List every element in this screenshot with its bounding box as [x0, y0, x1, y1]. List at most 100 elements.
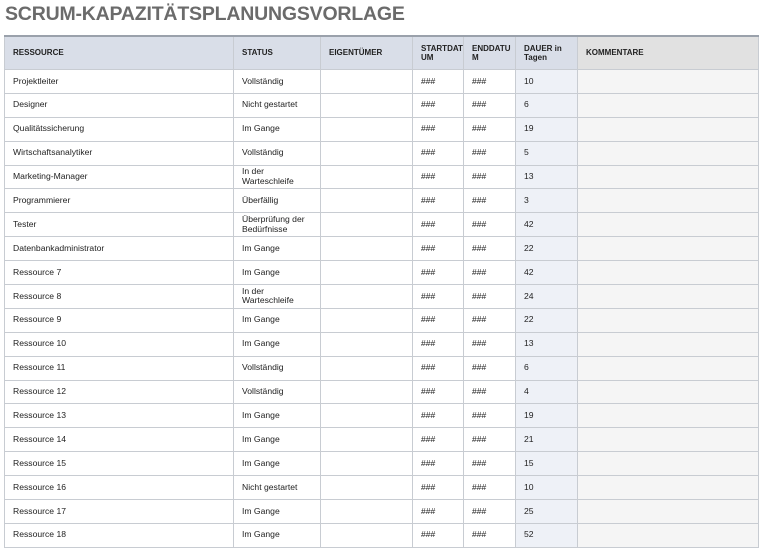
- comments-cell[interactable]: [577, 522, 759, 548]
- owner-cell[interactable]: [320, 379, 413, 405]
- start-date-cell[interactable]: ###: [412, 355, 464, 381]
- status-cell[interactable]: Überprüfung der Bedürfnisse: [233, 212, 321, 238]
- status-cell[interactable]: Vollständig: [233, 140, 321, 166]
- resource-cell[interactable]: Ressource 10: [4, 331, 234, 357]
- end-date-cell[interactable]: ###: [463, 307, 516, 333]
- comments-cell[interactable]: [577, 451, 759, 477]
- status-cell[interactable]: Im Gange: [233, 236, 321, 262]
- owner-cell[interactable]: [320, 236, 413, 262]
- resource-cell[interactable]: Ressource 17: [4, 499, 234, 524]
- duration-cell[interactable]: 13: [515, 164, 578, 190]
- duration-cell[interactable]: 22: [515, 236, 578, 262]
- owner-cell[interactable]: [320, 284, 413, 309]
- start-date-cell[interactable]: ###: [412, 379, 464, 405]
- resource-cell[interactable]: Ressource 8: [4, 284, 234, 309]
- comments-cell[interactable]: [577, 236, 759, 262]
- status-cell[interactable]: Vollständig: [233, 355, 321, 381]
- status-cell[interactable]: Im Gange: [233, 403, 321, 429]
- status-cell[interactable]: Vollständig: [233, 69, 321, 94]
- resource-cell[interactable]: Ressource 7: [4, 260, 234, 286]
- duration-cell[interactable]: 6: [515, 92, 578, 118]
- status-cell[interactable]: Im Gange: [233, 522, 321, 548]
- status-cell[interactable]: Überfällig: [233, 188, 321, 214]
- comments-cell[interactable]: [577, 427, 759, 453]
- comments-cell[interactable]: [577, 260, 759, 286]
- owner-cell[interactable]: [320, 212, 413, 238]
- start-date-cell[interactable]: ###: [412, 499, 464, 524]
- duration-cell[interactable]: 19: [515, 116, 578, 142]
- comments-cell[interactable]: [577, 92, 759, 118]
- owner-cell[interactable]: [320, 499, 413, 524]
- status-cell[interactable]: Vollständig: [233, 379, 321, 405]
- start-date-cell[interactable]: ###: [412, 140, 464, 166]
- resource-cell[interactable]: Ressource 12: [4, 379, 234, 405]
- start-date-cell[interactable]: ###: [412, 522, 464, 548]
- status-cell[interactable]: Nicht gestartet: [233, 92, 321, 118]
- owner-cell[interactable]: [320, 188, 413, 214]
- duration-cell[interactable]: 25: [515, 499, 578, 524]
- resource-cell[interactable]: Ressource 16: [4, 475, 234, 501]
- end-date-cell[interactable]: ###: [463, 116, 516, 142]
- resource-cell[interactable]: Programmierer: [4, 188, 234, 214]
- column-header-start-date[interactable]: STARTDAT UM: [412, 35, 464, 70]
- comments-cell[interactable]: [577, 116, 759, 142]
- end-date-cell[interactable]: ###: [463, 164, 516, 190]
- comments-cell[interactable]: [577, 188, 759, 214]
- owner-cell[interactable]: [320, 260, 413, 286]
- status-cell[interactable]: In der Warteschleife: [233, 164, 321, 190]
- start-date-cell[interactable]: ###: [412, 164, 464, 190]
- status-cell[interactable]: Im Gange: [233, 116, 321, 142]
- end-date-cell[interactable]: ###: [463, 522, 516, 548]
- duration-cell[interactable]: 42: [515, 212, 578, 238]
- resource-cell[interactable]: Marketing-Manager: [4, 164, 234, 190]
- status-cell[interactable]: In der Warteschleife: [233, 284, 321, 309]
- resource-cell[interactable]: Qualitätssicherung: [4, 116, 234, 142]
- resource-cell[interactable]: Ressource 15: [4, 451, 234, 477]
- start-date-cell[interactable]: ###: [412, 284, 464, 309]
- end-date-cell[interactable]: ###: [463, 379, 516, 405]
- status-cell[interactable]: Im Gange: [233, 427, 321, 453]
- status-cell[interactable]: Im Gange: [233, 260, 321, 286]
- duration-cell[interactable]: 10: [515, 475, 578, 501]
- end-date-cell[interactable]: ###: [463, 140, 516, 166]
- duration-cell[interactable]: 6: [515, 355, 578, 381]
- end-date-cell[interactable]: ###: [463, 499, 516, 524]
- duration-cell[interactable]: 42: [515, 260, 578, 286]
- resource-cell[interactable]: Ressource 13: [4, 403, 234, 429]
- comments-cell[interactable]: [577, 379, 759, 405]
- end-date-cell[interactable]: ###: [463, 284, 516, 309]
- column-header-comments[interactable]: KOMMENTARE: [577, 35, 759, 70]
- start-date-cell[interactable]: ###: [412, 403, 464, 429]
- column-header-status[interactable]: STATUS: [233, 35, 321, 70]
- start-date-cell[interactable]: ###: [412, 236, 464, 262]
- owner-cell[interactable]: [320, 331, 413, 357]
- comments-cell[interactable]: [577, 307, 759, 333]
- owner-cell[interactable]: [320, 522, 413, 548]
- duration-cell[interactable]: 13: [515, 331, 578, 357]
- status-cell[interactable]: Im Gange: [233, 307, 321, 333]
- comments-cell[interactable]: [577, 164, 759, 190]
- resource-cell[interactable]: Ressource 14: [4, 427, 234, 453]
- status-cell[interactable]: Im Gange: [233, 451, 321, 477]
- duration-cell[interactable]: 52: [515, 522, 578, 548]
- resource-cell[interactable]: Tester: [4, 212, 234, 238]
- status-cell[interactable]: Im Gange: [233, 499, 321, 524]
- owner-cell[interactable]: [320, 164, 413, 190]
- column-header-resource[interactable]: RESSOURCE: [4, 35, 234, 70]
- start-date-cell[interactable]: ###: [412, 451, 464, 477]
- comments-cell[interactable]: [577, 69, 759, 94]
- end-date-cell[interactable]: ###: [463, 451, 516, 477]
- end-date-cell[interactable]: ###: [463, 236, 516, 262]
- owner-cell[interactable]: [320, 92, 413, 118]
- end-date-cell[interactable]: ###: [463, 403, 516, 429]
- column-header-owner[interactable]: EIGENTÜMER: [320, 35, 413, 70]
- duration-cell[interactable]: 3: [515, 188, 578, 214]
- comments-cell[interactable]: [577, 403, 759, 429]
- comments-cell[interactable]: [577, 355, 759, 381]
- owner-cell[interactable]: [320, 427, 413, 453]
- start-date-cell[interactable]: ###: [412, 188, 464, 214]
- end-date-cell[interactable]: ###: [463, 92, 516, 118]
- start-date-cell[interactable]: ###: [412, 212, 464, 238]
- start-date-cell[interactable]: ###: [412, 92, 464, 118]
- duration-cell[interactable]: 22: [515, 307, 578, 333]
